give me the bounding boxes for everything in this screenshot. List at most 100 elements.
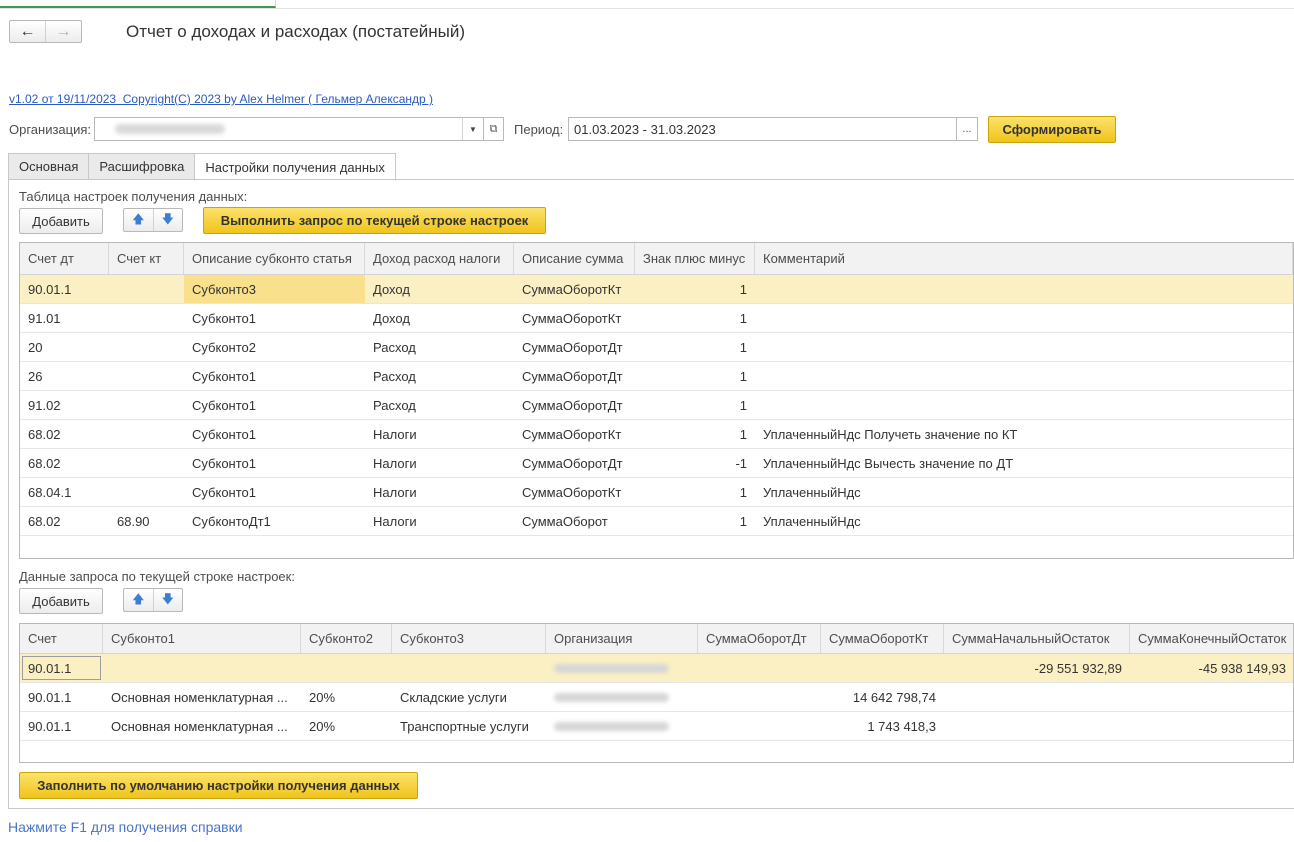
column-header[interactable]: Знак плюс минус	[635, 243, 755, 274]
column-header[interactable]: СуммаОборотКт	[821, 624, 944, 653]
table-cell[interactable]: УплаченныйНдс	[755, 478, 1293, 506]
column-header[interactable]: Доход расход налоги	[365, 243, 514, 274]
column-header[interactable]: Описание сумма	[514, 243, 635, 274]
table-cell[interactable]: -45 938 149,93	[1130, 654, 1293, 682]
column-header[interactable]: Комментарий	[755, 243, 1293, 274]
column-header[interactable]: Организация	[546, 624, 698, 653]
table-cell[interactable]: СубконтоДт1	[184, 507, 365, 535]
back-arrow-icon[interactable]: ←	[10, 21, 46, 42]
table-cell[interactable]: 1	[635, 507, 755, 535]
table-row[interactable]: 90.01.1 Основная номенклатурная ... 20% Скл…	[20, 683, 1293, 712]
table-row[interactable]: 91.02 Субконто1 Расход СуммаОборотДт 1	[20, 391, 1293, 420]
table-cell[interactable]	[944, 683, 1130, 711]
table-cell[interactable]: 1	[635, 304, 755, 332]
move-up-icon[interactable]: 🡅	[124, 209, 154, 231]
table-cell[interactable]: 1	[635, 478, 755, 506]
table-cell[interactable]: -29 551 932,89	[944, 654, 1130, 682]
table-cell[interactable]: УплаченныйНдс Вычесть значение по ДТ	[755, 449, 1293, 477]
table-cell[interactable]: 91.02	[20, 391, 109, 419]
table-cell[interactable]: 1 743 418,3	[821, 712, 944, 740]
table-cell[interactable]	[1130, 683, 1293, 711]
table-cell[interactable]: СуммаОборотКт	[514, 304, 635, 332]
table-cell[interactable]: Налоги	[365, 449, 514, 477]
table-row[interactable]: 90.01.1 -29 551 932,89 -45 938 149,93	[20, 654, 1293, 683]
table-cell[interactable]: 26	[20, 362, 109, 390]
tab-breakdown[interactable]: Расшифровка	[88, 153, 195, 180]
table-cell[interactable]	[109, 362, 184, 390]
table-cell[interactable]	[755, 362, 1293, 390]
table-cell[interactable]	[698, 683, 821, 711]
table-cell[interactable]: Субконто1	[184, 449, 365, 477]
table-cell[interactable]	[755, 304, 1293, 332]
column-header[interactable]: Счет	[20, 624, 103, 653]
query-table[interactable]: Счет Субконто1 Субконто2 Субконто3 Организац…	[19, 623, 1294, 763]
table-cell[interactable]	[109, 420, 184, 448]
table-cell[interactable]: Расход	[365, 391, 514, 419]
column-header[interactable]: СуммаОборотДт	[698, 624, 821, 653]
table-cell[interactable]: Налоги	[365, 507, 514, 535]
table-cell[interactable]: СуммаОборотДт	[514, 391, 635, 419]
table-cell[interactable]: 68.02	[20, 507, 109, 535]
table-cell[interactable]: Субконто1	[184, 478, 365, 506]
table-row[interactable]: 68.02 Субконто1 Налоги СуммаОборотДт -1 Уплач…	[20, 449, 1293, 478]
window-tab-indicator[interactable]	[0, 0, 276, 8]
move-down-icon[interactable]: 🡇	[154, 209, 183, 231]
table-cell[interactable]	[1130, 712, 1293, 740]
table-row[interactable]: 68.02 Субконто1 Налоги СуммаОборотКт 1 Уплаче…	[20, 420, 1293, 449]
table-cell[interactable]: 1	[635, 333, 755, 361]
table-cell[interactable]: -1	[635, 449, 755, 477]
table-cell[interactable]	[698, 712, 821, 740]
table-cell[interactable]: СуммаОборотКт	[514, 275, 635, 303]
table-cell[interactable]	[698, 654, 821, 682]
column-header[interactable]: Счет дт	[20, 243, 109, 274]
table-cell[interactable]: 90.01.1	[20, 712, 103, 740]
tab-data-settings[interactable]: Настройки получения данных	[194, 153, 396, 181]
table-cell[interactable]: СуммаОборотДт	[514, 333, 635, 361]
table-row[interactable]: 68.02 68.90 СубконтоДт1 Налоги СуммаОборот 1 У…	[20, 507, 1293, 536]
table-cell[interactable]: Расход	[365, 333, 514, 361]
table-cell[interactable]: СуммаОборотКт	[514, 420, 635, 448]
table-cell[interactable]: СуммаОборотДт	[514, 362, 635, 390]
table-row[interactable]: 26 Субконто1 Расход СуммаОборотДт 1	[20, 362, 1293, 391]
tab-main[interactable]: Основная	[8, 153, 89, 180]
table-cell[interactable]: 68.02	[20, 420, 109, 448]
table-row[interactable]: 68.04.1 Субконто1 Налоги СуммаОборотКт 1 Упла…	[20, 478, 1293, 507]
table-row[interactable]: 90.01.1 Основная номенклатурная ... 20% Тра…	[20, 712, 1293, 741]
table-cell[interactable]	[109, 449, 184, 477]
open-icon[interactable]: ⧉	[484, 117, 504, 141]
table-cell[interactable]	[546, 683, 698, 711]
column-header[interactable]: Описание субконто статья	[184, 243, 365, 274]
table-cell[interactable]: СуммаОборотДт	[514, 449, 635, 477]
table-cell[interactable]: УплаченныйНдс	[755, 507, 1293, 535]
table-cell[interactable]	[546, 712, 698, 740]
period-field[interactable]: 01.03.2023 - 31.03.2023	[568, 117, 958, 141]
table-cell[interactable]: Налоги	[365, 478, 514, 506]
table-cell[interactable]: Доход	[365, 304, 514, 332]
table-cell[interactable]	[821, 654, 944, 682]
forward-arrow-icon[interactable]: →	[46, 21, 81, 42]
table-cell[interactable]: 1	[635, 362, 755, 390]
table-cell[interactable]: Расход	[365, 362, 514, 390]
table-cell[interactable]	[109, 478, 184, 506]
table-cell[interactable]: СуммаОборот	[514, 507, 635, 535]
column-header[interactable]: Субконто2	[301, 624, 392, 653]
table-cell[interactable]: 14 642 798,74	[821, 683, 944, 711]
table-row[interactable]: 91.01 Субконто1 Доход СуммаОборотКт 1	[20, 304, 1293, 333]
table-cell[interactable]: Субконто2	[184, 333, 365, 361]
table-cell[interactable]	[301, 654, 392, 682]
column-header[interactable]: СуммаНачальныйОстаток	[944, 624, 1130, 653]
table-cell[interactable]	[109, 304, 184, 332]
table-cell[interactable]: 1	[635, 420, 755, 448]
move-down-icon[interactable]: 🡇	[154, 589, 183, 611]
table-cell[interactable]: Субконто1	[184, 304, 365, 332]
table-cell[interactable]	[755, 391, 1293, 419]
table-cell[interactable]: 20	[20, 333, 109, 361]
help-hint[interactable]: Нажмите F1 для получения справки	[8, 819, 243, 835]
chevron-down-icon[interactable]: ▼	[462, 117, 484, 141]
table-cell[interactable]	[392, 654, 546, 682]
column-header[interactable]: Субконто1	[103, 624, 301, 653]
table-cell[interactable]: 90.01.1	[20, 654, 103, 682]
table-cell[interactable]: Основная номенклатурная ...	[103, 683, 301, 711]
move-up-icon[interactable]: 🡅	[124, 589, 154, 611]
column-header[interactable]: Субконто3	[392, 624, 546, 653]
